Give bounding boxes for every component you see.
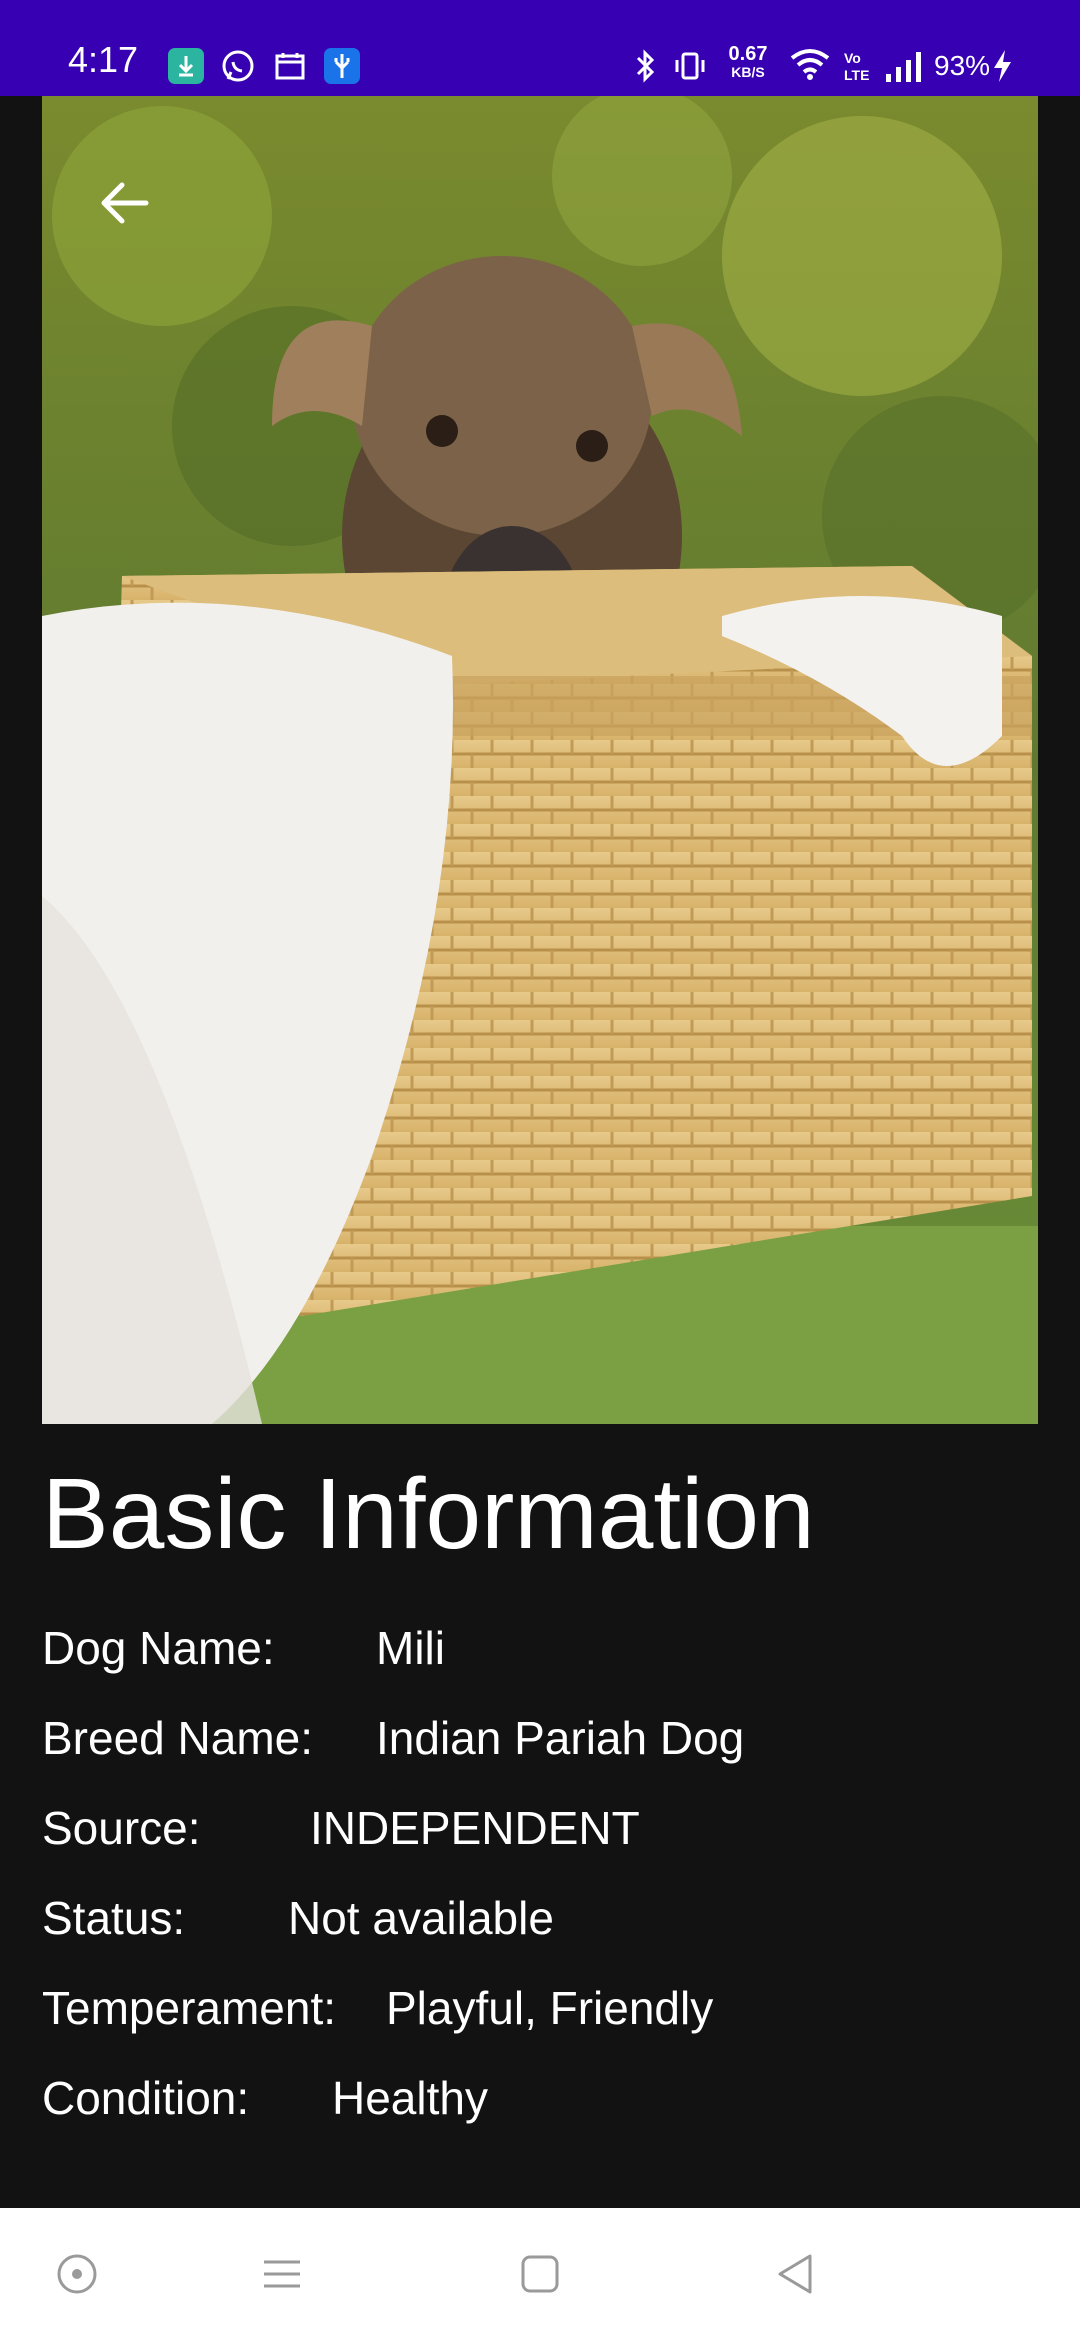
temperament-label: Temperament: bbox=[42, 1982, 337, 2034]
status-time: 4:17 bbox=[68, 39, 139, 80]
breed-name-value: Indian Pariah Dog bbox=[376, 1712, 745, 1764]
condition-value: Healthy bbox=[332, 2072, 488, 2124]
charging-icon bbox=[990, 48, 1014, 89]
breed-name-label: Breed Name: bbox=[42, 1712, 314, 1764]
battery-percent: 93% bbox=[934, 50, 991, 81]
menu-icon bbox=[264, 2260, 300, 2288]
triangle-back-icon bbox=[778, 2254, 812, 2294]
assistant-icon bbox=[57, 2254, 97, 2294]
back-button[interactable] bbox=[86, 165, 162, 241]
source-label: Source: bbox=[42, 1802, 201, 1854]
temperament-value: Playful, Friendly bbox=[386, 1982, 714, 2034]
square-icon bbox=[521, 2255, 559, 2293]
whatsapp-icon bbox=[220, 48, 256, 84]
section-title: Basic Information bbox=[42, 1458, 815, 1570]
dog-name-label: Dog Name: bbox=[42, 1622, 275, 1674]
volte-icon: Vo LTE bbox=[842, 48, 870, 89]
status-label: Status: bbox=[42, 1892, 186, 1944]
network-speed: 0.67 KB/S bbox=[728, 43, 768, 80]
signal-icon bbox=[884, 48, 928, 89]
back-nav-button[interactable] bbox=[766, 2244, 826, 2304]
source-value: INDEPENDENT bbox=[310, 1802, 640, 1854]
dog-photo bbox=[42, 96, 1038, 1424]
home-button[interactable] bbox=[510, 2244, 570, 2304]
vibrate-icon bbox=[672, 48, 708, 89]
bluetooth-icon bbox=[630, 48, 660, 89]
svg-text:Vo: Vo bbox=[844, 50, 861, 66]
status-value: Not available bbox=[288, 1892, 554, 1944]
arrow-left-icon bbox=[101, 182, 149, 224]
calendar-icon bbox=[272, 48, 308, 84]
dog-name-value: Mili bbox=[376, 1622, 445, 1674]
navigation-bar bbox=[0, 2208, 1080, 2340]
assistant-button[interactable] bbox=[47, 2244, 107, 2304]
usb-icon bbox=[324, 48, 360, 84]
wifi-icon bbox=[788, 46, 832, 87]
condition-label: Condition: bbox=[42, 2072, 250, 2124]
svg-text:LTE: LTE bbox=[844, 67, 869, 83]
status-bar: 4:17 0.67 KB/S Vo LTE 93% bbox=[0, 0, 1080, 96]
recents-button[interactable] bbox=[252, 2244, 312, 2304]
download-icon bbox=[168, 48, 204, 84]
